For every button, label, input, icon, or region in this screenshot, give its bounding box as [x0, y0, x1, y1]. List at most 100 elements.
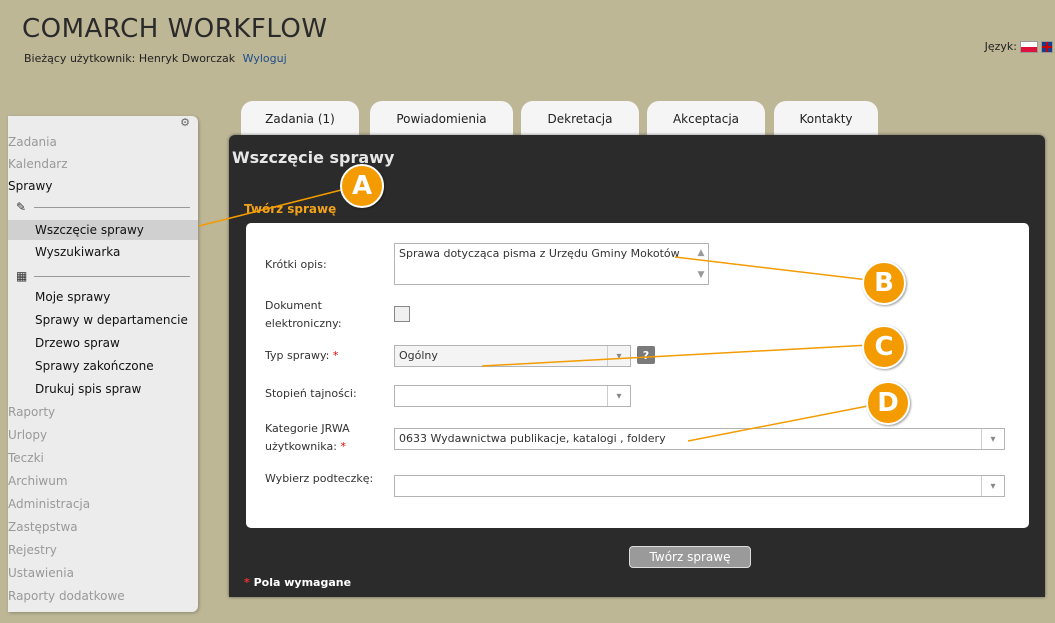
secrecy-select[interactable]: ▾ [394, 385, 631, 407]
logout-link[interactable]: Wyloguj [243, 52, 287, 65]
callout-badge-a: A [340, 164, 384, 208]
current-user-label: Bieżący użytkownik: Henryk Dworczak [24, 52, 236, 65]
sidebar-item-label: Drzewo spraw [35, 336, 120, 350]
jrwa-label: Kategorie JRWA użytkownika: * [265, 420, 375, 456]
subfolder-select[interactable]: ▾ [394, 475, 1005, 497]
sidebar-item-sprawy-w-departamencie[interactable]: Sprawy w departamencie [8, 313, 198, 331]
case-type-select[interactable]: Ogólny ▾ [394, 345, 631, 367]
short-desc-textarea[interactable]: Sprawa dotycząca pisma z Urzędu Gminy Mo… [394, 243, 709, 285]
tab-powiadomienia[interactable]: Powiadomienia [370, 101, 513, 137]
sidebar-item-label: Zastępstwa [8, 520, 78, 534]
page-title-text: Wszczęcie sprawy [232, 148, 395, 167]
settings-gear-icon[interactable]: ⚙ [180, 116, 190, 129]
sidebar-item-label: Administracja [8, 497, 91, 511]
required-note-text: Pola wymagane [253, 576, 352, 589]
sidebar-item-raporty-dodatkowe[interactable]: Raporty dodatkowe [8, 589, 198, 607]
chevron-down-icon[interactable]: ▾ [981, 476, 1004, 496]
tab-label: Dekretacja [547, 112, 613, 126]
required-star: * [340, 440, 346, 453]
tab-zadania[interactable]: Zadania (1) [241, 101, 359, 137]
callout-badge-d: D [866, 381, 910, 425]
table-icon: ▦ [16, 269, 28, 283]
chevron-down-icon[interactable]: ▾ [607, 346, 630, 366]
case-type-label-text: Typ sprawy: [265, 349, 330, 362]
sidebar-separator: ▦ [16, 269, 190, 283]
callout-badge-c: C [862, 325, 906, 369]
sidebar-item-label: Drukuj spis spraw [35, 382, 142, 396]
secrecy-label: Stopień tajności: [265, 387, 357, 400]
sidebar-item-label: Wszczęcie sprawy [35, 223, 144, 237]
required-fields-note: * Pola wymagane [244, 576, 351, 589]
sidebar-item-label: Sprawy zakończone [35, 359, 154, 373]
sidebar-item-label: Rejestry [8, 543, 57, 557]
sidebar-item-wszczecie-sprawy[interactable]: Wszczęcie sprawy [8, 220, 198, 240]
edoc-label: Dokument elektroniczny: [265, 299, 342, 330]
sidebar-item-ustawienia[interactable]: Ustawienia [8, 566, 198, 584]
sidebar-item-label: Moje sprawy [35, 290, 111, 304]
sidebar-item-label: Raporty dodatkowe [8, 589, 125, 603]
callout-badge-b: B [862, 261, 906, 305]
sidebar-item-raporty[interactable]: Raporty [8, 405, 198, 423]
polish-flag-icon[interactable] [1020, 40, 1038, 53]
tab-label: Powiadomienia [396, 112, 487, 126]
help-icon[interactable]: ? [637, 346, 655, 364]
case-type-label: Typ sprawy: * [265, 347, 338, 365]
required-star: * [244, 576, 250, 589]
english-flag-icon[interactable] [1041, 40, 1053, 53]
sidebar-item-archiwum[interactable]: Archiwum [8, 474, 198, 492]
scroll-down-icon[interactable]: ▼ [698, 267, 705, 283]
short-desc-label: Krótki opis: [265, 258, 327, 271]
required-star: * [332, 349, 339, 362]
short-desc-value: Sprawa dotycząca pisma z Urzędu Gminy Mo… [399, 247, 680, 260]
section-title: Twórz sprawę [244, 202, 337, 216]
sidebar-item-rejestry[interactable]: Rejestry [8, 543, 198, 561]
chevron-down-icon[interactable]: ▾ [981, 429, 1004, 449]
sidebar-item-kalendarz[interactable]: Kalendarz [8, 157, 198, 175]
sidebar-item-label: Sprawy [8, 179, 53, 193]
sidebar: ⚙ Zadania Kalendarz Sprawy ✎ Wszczęcie s… [8, 116, 198, 612]
sidebar-item-label: Archiwum [8, 474, 68, 488]
sidebar-item-label: Ustawienia [8, 566, 74, 580]
sidebar-item-drzewo-spraw[interactable]: Drzewo spraw [8, 336, 198, 354]
create-case-button[interactable]: Twórz sprawę [629, 546, 751, 568]
sidebar-item-drukuj-spis-spraw[interactable]: Drukuj spis spraw [8, 382, 198, 400]
sidebar-item-sprawy[interactable]: Sprawy [8, 179, 198, 197]
tab-dekretacja[interactable]: Dekretacja [521, 101, 639, 137]
divider [34, 206, 190, 208]
app-brand: COMARCH WORKFLOW [22, 14, 328, 44]
sidebar-item-urlopy[interactable]: Urlopy [8, 428, 198, 446]
sidebar-item-label: Kalendarz [8, 157, 68, 171]
jrwa-label-text: Kategorie JRWA użytkownika: [265, 422, 350, 453]
case-type-value: Ogólny [399, 349, 438, 362]
sidebar-item-wyszukiwarka[interactable]: Wyszukiwarka [8, 245, 198, 263]
sidebar-item-zadania[interactable]: Zadania [8, 135, 198, 153]
chevron-down-icon[interactable]: ▾ [607, 386, 630, 406]
divider [34, 275, 190, 277]
jrwa-select[interactable]: 0633 Wydawnictwa publikacje, katalogi , … [394, 428, 1005, 450]
jrwa-value: 0633 Wydawnictwa publikacje, katalogi , … [399, 432, 666, 445]
tab-kontakty[interactable]: Kontakty [774, 101, 878, 137]
tab-label: Akceptacja [672, 112, 740, 126]
language-label: Język: [984, 40, 1017, 53]
pencil-icon: ✎ [16, 200, 27, 214]
sidebar-item-label: Zadania [8, 135, 57, 149]
sidebar-item-label: Teczki [8, 451, 44, 465]
edoc-checkbox[interactable] [394, 306, 410, 322]
sidebar-item-zastepstwa[interactable]: Zastępstwa [8, 520, 198, 538]
language-selector: Język: [985, 40, 1053, 53]
subfolder-label: Wybierz podteczkę: [265, 472, 374, 485]
scroll-up-icon[interactable]: ▲ [698, 245, 705, 261]
sidebar-item-moje-sprawy[interactable]: Moje sprawy [8, 290, 198, 308]
sidebar-item-teczki[interactable]: Teczki [8, 451, 198, 469]
tab-akceptacja[interactable]: Akceptacja [647, 101, 765, 137]
sidebar-item-label: Urlopy [8, 428, 48, 442]
sidebar-item-label: Sprawy w departamencie [35, 313, 188, 327]
sidebar-item-label: Raporty [8, 405, 56, 419]
textarea-scrollbar[interactable]: ▲ ▼ [695, 245, 707, 283]
sidebar-item-administracja[interactable]: Administracja [8, 497, 198, 515]
sidebar-separator: ✎ [16, 200, 190, 214]
current-user: Bieżący użytkownik: Henryk Dworczak Wylo… [24, 52, 287, 65]
tab-label: Zadania (1) [265, 112, 335, 126]
sidebar-item-sprawy-zakonczone[interactable]: Sprawy zakończone [8, 359, 198, 377]
sidebar-item-label: Wyszukiwarka [35, 245, 121, 259]
